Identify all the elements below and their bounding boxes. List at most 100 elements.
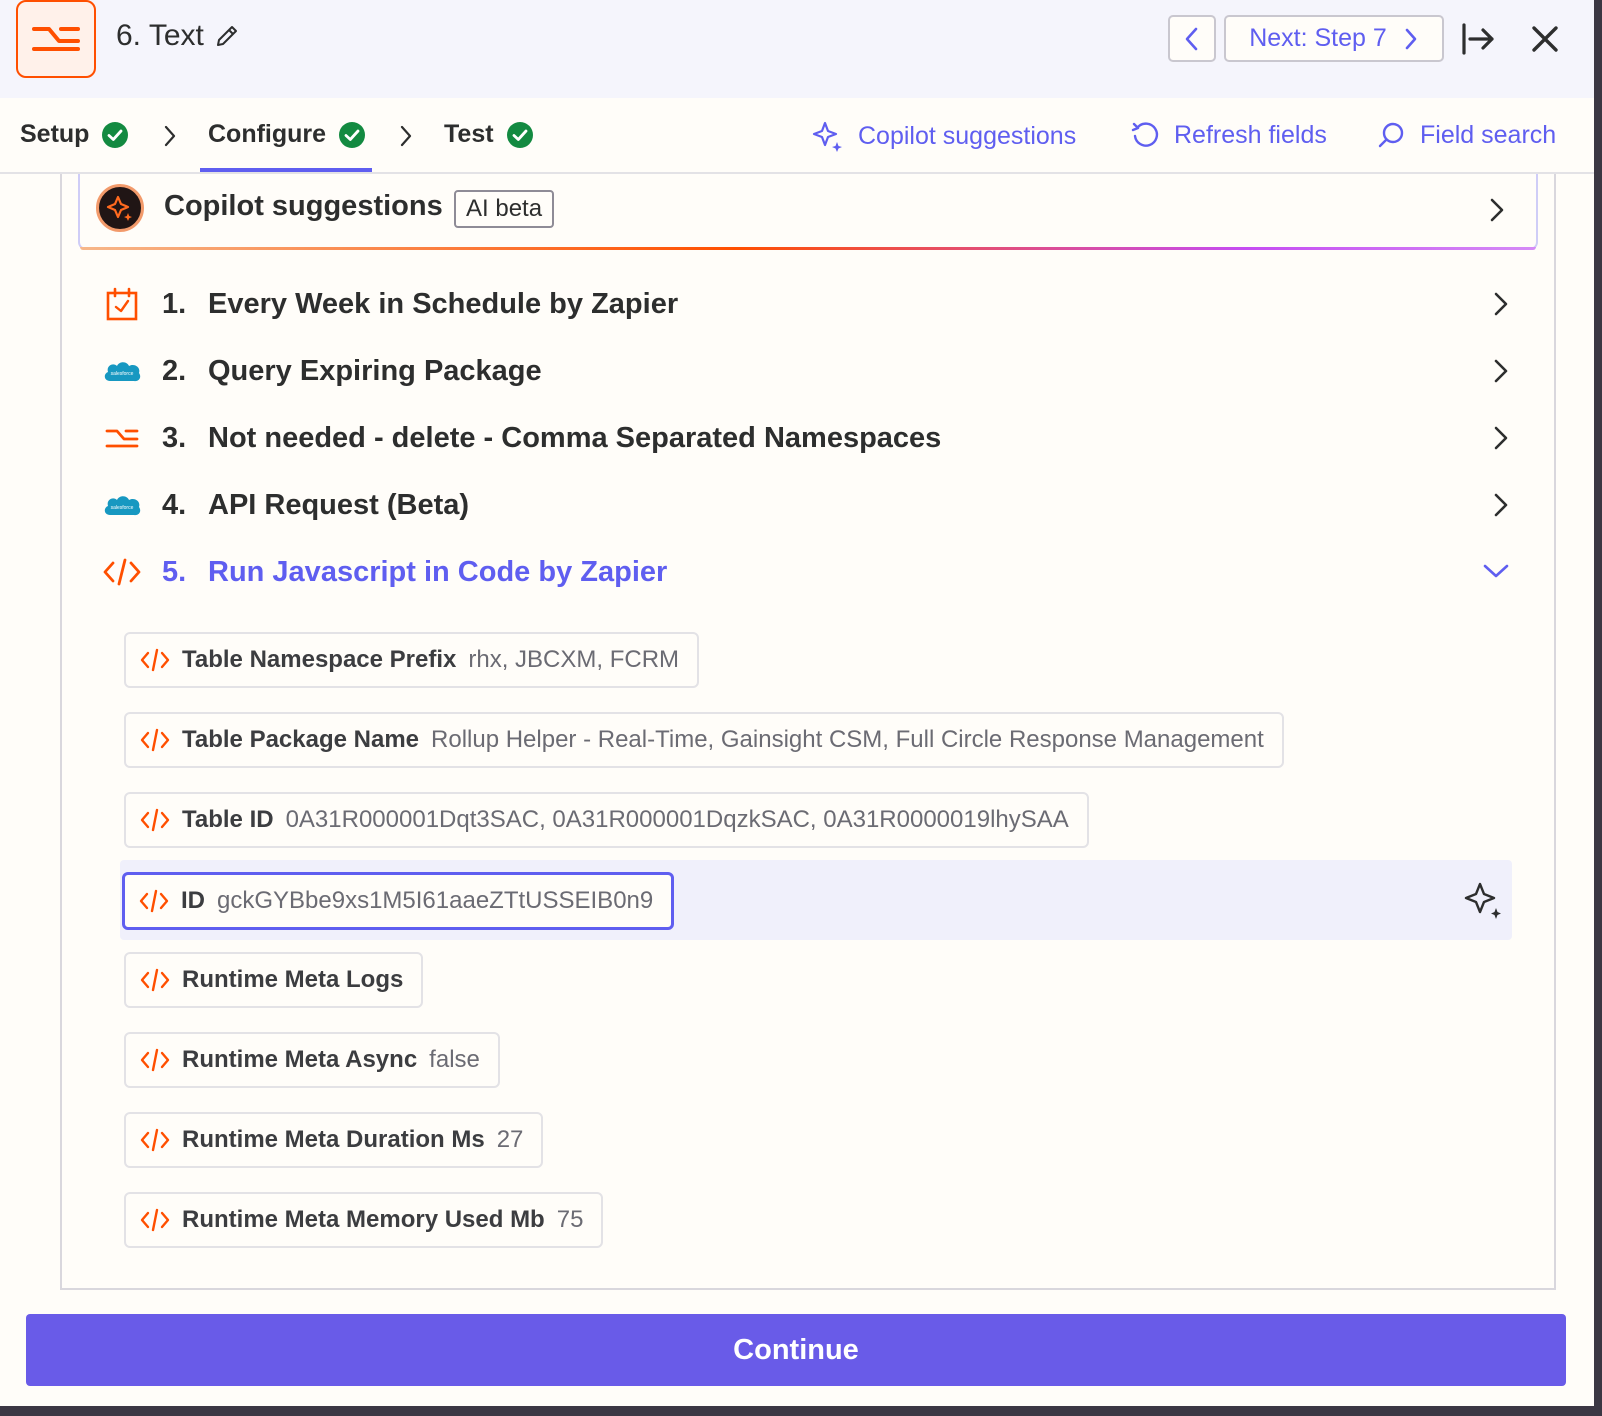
step-number: 5. [162,555,187,588]
tab-setup[interactable]: Setup [20,120,129,149]
field-value: rhx, JBCXM, FCRM [468,646,680,673]
salesforce-icon: salesforce [100,349,144,393]
formatter-icon [100,416,144,460]
footer: Continue [0,1290,1594,1406]
field-search-label: Field search [1420,120,1557,149]
copilot-sparkle-icon[interactable] [1464,880,1504,920]
field-value: 75 [556,1206,584,1233]
svg-text:salesforce: salesforce [111,371,134,377]
chevron-right-icon [1494,359,1508,383]
code-icon [139,889,169,913]
sparkle-icon [106,195,132,221]
check-circle-icon [506,121,533,148]
tab-test[interactable]: Test [444,120,534,149]
chevron-right-icon [1494,493,1508,517]
tab-label: Setup [20,120,90,148]
chevron-right-icon [1494,292,1508,316]
code-icon [140,1128,170,1152]
field-search-button[interactable]: Field search [1376,120,1556,150]
header: 6. Text Next: Step 7 [0,0,1594,98]
field-label: Runtime Meta Async [182,1046,418,1073]
schedule-icon [100,282,144,326]
copilot-suggestions-card[interactable]: Copilot suggestions AI beta [78,174,1538,250]
formatter-app-icon [16,0,96,78]
field-table-package-name[interactable]: Table Package Name Rollup Helper - Real-… [124,712,1284,768]
step-number: 2. [162,354,187,387]
sparkle-icon [812,121,842,152]
field-runtime-meta-logs[interactable]: Runtime Meta Logs [124,952,424,1008]
field-label: ID [181,887,205,914]
code-icon [140,808,170,832]
field-value: 0A31R000001Dqt3SAC, 0A31R000001DqzkSAC, … [285,806,1069,833]
step-label: Run Javascript in Code by Zapier [208,555,668,588]
copilot-avatar-icon [96,184,144,232]
field-table-namespace-prefix[interactable]: Table Namespace Prefix rhx, JBCXM, FCRM [124,632,700,688]
step-number: 1. [162,287,187,320]
window-edge [1594,0,1602,1416]
tab-configure[interactable]: Configure [208,120,366,149]
step-label: Query Expiring Package [208,354,542,387]
chevron-right-icon [164,125,176,147]
field-label: Runtime Meta Logs [182,966,404,993]
copilot-suggestions-button[interactable]: Copilot suggestions [812,120,1076,152]
step-tabs: Setup Configure Test Copilot suggestions… [0,98,1594,174]
step-title: 6. Text [116,19,204,52]
step-item-4[interactable]: salesforce 4. API Request (Beta) [100,477,1510,533]
check-circle-icon [102,121,129,148]
chevron-right-icon [1405,28,1417,49]
field-runtime-meta-memory-used-mb[interactable]: Runtime Meta Memory Used Mb 75 [124,1192,604,1248]
refresh-fields-label: Refresh fields [1174,120,1327,149]
step-number: 4. [162,488,187,521]
code-icon [140,1208,170,1232]
window-bottom-edge [0,1406,1602,1416]
field-label: Table Namespace Prefix [182,646,457,673]
salesforce-icon: salesforce [100,483,144,527]
field-label: Runtime Meta Memory Used Mb [182,1206,545,1233]
search-icon [1378,122,1404,148]
edit-pencil-icon[interactable] [214,23,240,49]
tab-label: Test [444,120,494,148]
chevron-left-icon [1185,27,1198,50]
check-circle-icon [339,121,366,148]
step-item-5[interactable]: 5. Run Javascript in Code by Zapier [100,544,1510,600]
step-item-1[interactable]: 1. Every Week in Schedule by Zapier [100,276,1510,332]
code-icon [100,550,144,594]
field-value: 27 [496,1126,524,1153]
chevron-down-icon [1483,564,1509,578]
svg-text:salesforce: salesforce [111,505,134,511]
field-value: gckGYBbe9xs1M5I61aaeZTtUSSEIB0n9 [217,887,654,914]
field-value: Rollup Helper - Real-Time, Gainsight CSM… [431,726,1264,753]
field-table-id[interactable]: Table ID 0A31R000001Dqt3SAC, 0A31R000001… [124,792,1089,848]
chevron-right-icon [400,125,412,147]
next-step-button[interactable]: Next: Step 7 [1224,15,1444,62]
next-step-label: Next: Step 7 [1249,24,1387,52]
tab-label: Configure [208,120,327,148]
chevron-right-icon [1494,426,1508,450]
field-id[interactable]: ID gckGYBbe9xs1M5I61aaeZTtUSSEIB0n9 [122,872,675,930]
field-label: Table Package Name [182,726,420,753]
copilot-suggestions-label: Copilot suggestions [858,121,1077,150]
app-window: 6. Text Next: Step 7 Setup Configure Tes… [0,0,1594,1406]
chevron-right-icon [1490,198,1504,222]
code-icon [140,968,170,992]
formatter-icon [32,27,80,51]
step-label: Every Week in Schedule by Zapier [208,287,679,320]
step-label: API Request (Beta) [208,488,470,521]
code-icon [140,648,170,672]
step-label: Not needed - delete - Comma Separated Na… [208,421,942,454]
field-runtime-meta-async[interactable]: Runtime Meta Async false [124,1032,500,1088]
field-runtime-meta-duration-ms[interactable]: Runtime Meta Duration Ms 27 [124,1112,544,1168]
collapse-panel-icon[interactable] [1458,19,1498,59]
refresh-icon [1131,122,1159,147]
step-number: 3. [162,421,187,454]
step-item-3[interactable]: 3. Not needed - delete - Comma Separated… [100,410,1510,466]
refresh-fields-button[interactable]: Refresh fields [1130,120,1327,150]
step-item-2[interactable]: salesforce 2. Query Expiring Package [100,343,1510,399]
close-icon[interactable] [1528,22,1562,56]
field-value: false [429,1046,480,1073]
field-label: Table ID [182,806,274,833]
code-icon [140,1048,170,1072]
continue-button[interactable]: Continue [26,1314,1566,1386]
previous-step-button[interactable] [1168,15,1216,62]
copilot-card-title: Copilot suggestions [164,190,443,222]
